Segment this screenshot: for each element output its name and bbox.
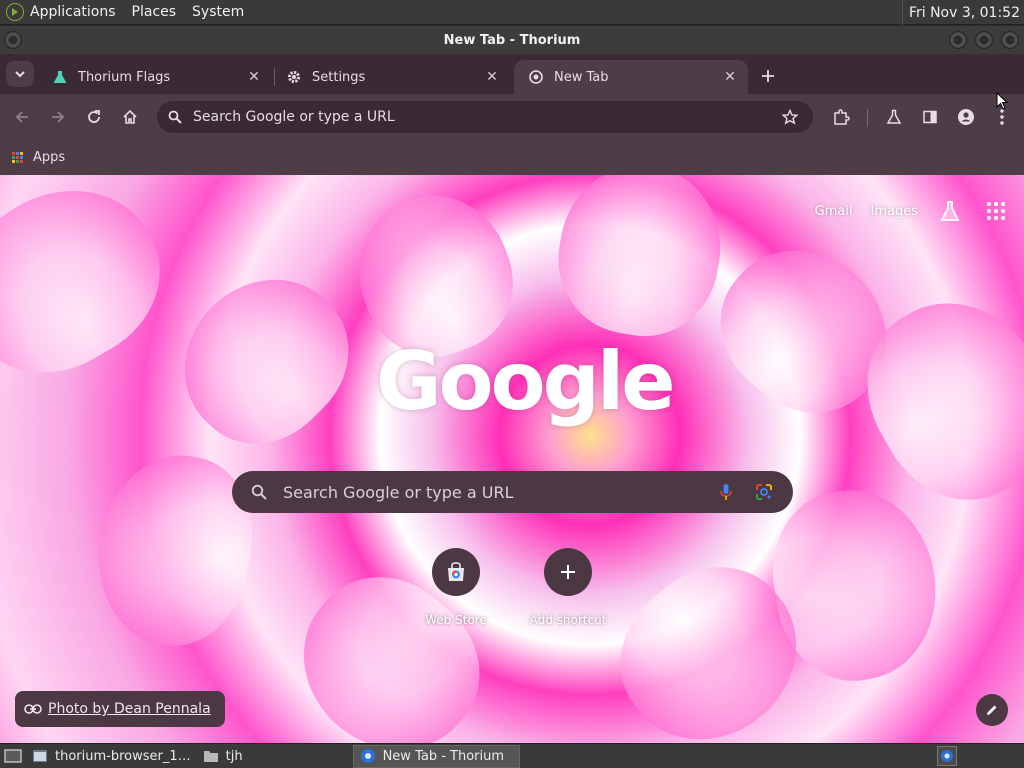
extensions-button[interactable] — [829, 105, 853, 129]
back-button[interactable] — [10, 105, 34, 129]
gear-icon — [286, 69, 302, 85]
plus-icon — [544, 548, 592, 596]
search-icon — [166, 108, 184, 126]
tab-settings[interactable]: Settings ✕ — [272, 60, 510, 94]
tab-label: Settings — [312, 69, 366, 85]
panel-clock[interactable]: Fri Nov 3, 01:52 — [901, 0, 1020, 25]
background-petal — [151, 246, 379, 474]
gmail-link[interactable]: Gmail — [815, 204, 853, 219]
minimize-button[interactable] — [949, 31, 967, 49]
close-window-button[interactable] — [1001, 31, 1019, 49]
tab-search-button[interactable] — [6, 61, 34, 87]
omnibox[interactable]: Search Google or type a URL — [157, 101, 813, 133]
tab-label: New Tab — [554, 69, 609, 85]
taskbar-item-thorium[interactable]: New Tab - Thorium — [352, 744, 520, 768]
window-menu-button[interactable] — [4, 31, 22, 49]
ntp-top-links: Gmail Images — [815, 197, 1010, 225]
ntp-search-input[interactable]: Search Google or type a URL — [283, 483, 715, 502]
pencil-icon — [987, 705, 997, 715]
omnibox-input[interactable]: Search Google or type a URL — [193, 109, 779, 125]
taskbar-item-label: New Tab - Thorium — [382, 748, 505, 764]
new-tab-page: Gmail Images Google Search Google or typ… — [0, 175, 1024, 743]
forward-button[interactable] — [46, 105, 70, 129]
apps-grid-icon — [12, 151, 24, 164]
tab-label: Thorium Flags — [78, 69, 171, 85]
shortcut-label: Add shortcut — [529, 613, 607, 627]
google-logo: Google — [376, 335, 676, 428]
browser-toolbar: Search Google or type a URL — [0, 94, 1024, 140]
flask-icon — [886, 109, 902, 124]
reload-button[interactable] — [82, 105, 106, 129]
search-icon — [249, 482, 269, 502]
customize-chrome-button[interactable] — [976, 694, 1008, 726]
flask-icon — [52, 69, 68, 85]
window-title: New Tab - Thorium — [443, 32, 581, 48]
side-panel-icon — [923, 110, 937, 124]
close-icon[interactable]: ✕ — [246, 69, 262, 85]
avatar-icon — [958, 109, 974, 125]
close-icon[interactable]: ✕ — [722, 69, 738, 85]
taskbar-item-folder[interactable]: tjh — [197, 745, 249, 768]
tray-thorium-icon[interactable] — [937, 746, 957, 766]
photo-attribution[interactable]: Photo by Dean Pennala — [15, 691, 225, 727]
shortcut-web-store[interactable]: Web Store — [400, 548, 512, 627]
show-desktop-button[interactable] — [0, 745, 26, 768]
top-panel: Applications Places System Fri Nov 3, 01… — [0, 0, 1024, 25]
chrome-icon — [528, 69, 544, 85]
labs-button[interactable] — [882, 105, 906, 129]
home-icon — [123, 109, 137, 124]
taskbar-item-terminal[interactable]: thorium-browser_1… — [26, 745, 197, 768]
mouse-cursor-icon — [996, 92, 1008, 110]
bookmark-star-icon[interactable] — [779, 106, 801, 128]
terminal-icon — [32, 748, 48, 764]
tab-strip: Thorium Flags ✕ Settings ✕ New Tab ✕ — [0, 54, 1024, 94]
toolbar-divider — [867, 109, 868, 127]
arrow-left-icon — [15, 111, 28, 123]
bottom-taskbar: thorium-browser_1… tjh New Tab - Thorium — [0, 743, 1024, 768]
shortcut-label: Web Store — [425, 613, 487, 627]
images-link[interactable]: Images — [871, 204, 919, 219]
ntp-search-box[interactable]: Search Google or type a URL — [232, 471, 793, 513]
google-lens-icon[interactable] — [753, 481, 775, 503]
background-petal — [546, 175, 734, 348]
chevron-down-icon — [15, 71, 25, 78]
places-menu[interactable]: Places — [132, 4, 177, 20]
folder-icon — [203, 748, 219, 764]
bookmarks-bar: Apps — [0, 140, 1024, 175]
close-icon[interactable]: ✕ — [484, 69, 500, 85]
shortcut-add[interactable]: Add shortcut — [512, 548, 624, 627]
side-panel-button[interactable] — [918, 105, 942, 129]
desktop-icon — [4, 749, 22, 763]
plus-icon — [762, 70, 774, 82]
link-icon — [24, 700, 42, 718]
arrow-right-icon — [52, 111, 65, 123]
search-labs-icon[interactable] — [936, 197, 964, 225]
thorium-icon — [360, 748, 376, 764]
tab-thorium-flags[interactable]: Thorium Flags ✕ — [38, 60, 272, 94]
new-tab-button[interactable] — [756, 64, 780, 88]
kebab-menu-icon — [1000, 109, 1004, 125]
bookmark-apps[interactable]: Apps — [12, 150, 65, 165]
maximize-button[interactable] — [975, 31, 993, 49]
reload-icon — [88, 110, 100, 123]
system-menu[interactable]: System — [192, 4, 244, 20]
distro-logo-icon[interactable] — [6, 3, 24, 21]
bookmark-apps-label: Apps — [33, 150, 66, 165]
attribution-link[interactable]: Photo by Dean Pennala — [48, 701, 211, 717]
background-petal — [0, 175, 190, 404]
web-store-icon — [432, 548, 480, 596]
tab-new-tab[interactable]: New Tab ✕ — [514, 60, 748, 94]
taskbar-item-label: tjh — [225, 748, 243, 764]
google-apps-icon[interactable] — [982, 197, 1010, 225]
window-titlebar[interactable]: New Tab - Thorium — [0, 26, 1024, 54]
taskbar-item-label: thorium-browser_1… — [55, 748, 191, 764]
voice-search-icon[interactable] — [715, 481, 737, 503]
profile-button[interactable] — [954, 105, 978, 129]
home-button[interactable] — [118, 105, 142, 129]
applications-menu[interactable]: Applications — [30, 4, 116, 20]
puzzle-icon — [834, 109, 850, 125]
